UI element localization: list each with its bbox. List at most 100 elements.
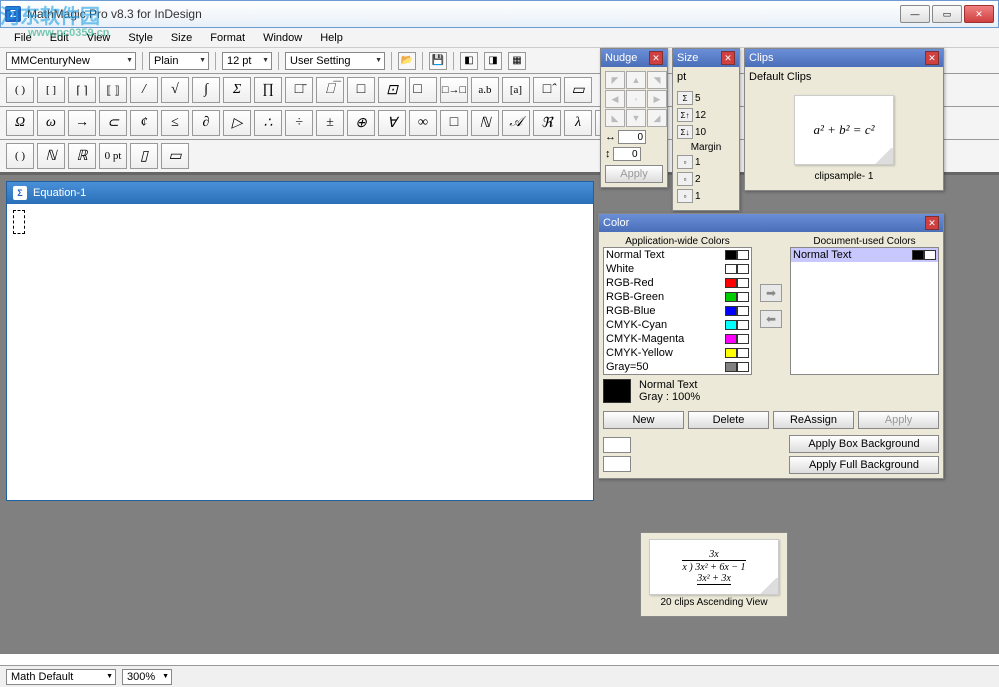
nudge-se[interactable]: ◢ [647, 109, 667, 127]
symbol-button-1-16[interactable]: [a] [502, 77, 530, 103]
symbol-button-2-8[interactable]: ∴ [254, 110, 282, 136]
tool-icon-2[interactable]: ◨ [484, 52, 502, 70]
open-icon[interactable]: 📂 [398, 52, 416, 70]
size-close-icon[interactable]: ✕ [721, 51, 735, 65]
nudge-n[interactable]: ▲ [626, 71, 646, 89]
close-button[interactable]: ✕ [964, 5, 994, 23]
nudge-w[interactable]: ◀ [605, 90, 625, 108]
clips-set-combo[interactable]: Default Clips [749, 71, 929, 89]
nudge-sw[interactable]: ◣ [605, 109, 625, 127]
color-row[interactable]: RGB-Red [604, 276, 751, 290]
symbol-button-2-11[interactable]: ⊕ [347, 110, 375, 136]
color-apply-button[interactable]: Apply [858, 411, 939, 429]
menu-window[interactable]: Window [255, 30, 310, 46]
color-move-right-button[interactable]: ➡ [760, 284, 782, 302]
clips-palette[interactable]: Clips✕ Default Clips a² + b² = c² clipsa… [744, 48, 944, 191]
tool-icon-1[interactable]: ◧ [460, 52, 478, 70]
symbol-button-1-17[interactable]: □̂ [533, 77, 561, 103]
tool-icon-3[interactable]: ▦ [508, 52, 526, 70]
box-bg-swatch[interactable] [603, 437, 631, 453]
apply-box-bg-button[interactable]: Apply Box Background [789, 435, 939, 453]
maximize-button[interactable]: ▭ [932, 5, 962, 23]
size-sigma-up-icon[interactable]: Σ↑ [677, 108, 693, 122]
color-row[interactable]: Normal Text [791, 248, 938, 262]
symbol-button-2-18[interactable]: λ [564, 110, 592, 136]
menu-help[interactable]: Help [312, 30, 351, 46]
menu-file[interactable]: File [6, 30, 40, 46]
symbol-button-1-12[interactable]: ⊡ [378, 77, 406, 103]
symbol-button-2-9[interactable]: ÷ [285, 110, 313, 136]
full-bg-swatch[interactable] [603, 456, 631, 472]
nudge-apply-button[interactable]: Apply [605, 165, 663, 183]
symbol-button-1-7[interactable]: Σ [223, 77, 251, 103]
symbol-button-2-16[interactable]: 𝒜 [502, 110, 530, 136]
color-delete-button[interactable]: Delete [688, 411, 769, 429]
color-row[interactable]: CMYK-Magenta [604, 332, 751, 346]
symbol-button-1-3[interactable]: ⟦ ⟧ [99, 77, 127, 103]
app-colors-list[interactable]: Normal TextWhiteRGB-RedRGB-GreenRGB-Blue… [603, 247, 752, 375]
equation-content[interactable] [7, 204, 593, 243]
symbol-button-3-2[interactable]: ℝ [68, 143, 96, 169]
status-zoom-combo[interactable]: 300% [122, 669, 172, 685]
symbol-button-1-8[interactable]: ∏ [254, 77, 282, 103]
menu-style[interactable]: Style [120, 30, 160, 46]
symbol-button-2-15[interactable]: ℕ [471, 110, 499, 136]
symbol-button-3-5[interactable]: ▭ [161, 143, 189, 169]
equation-window[interactable]: Σ Equation-1 [6, 181, 594, 501]
symbol-button-2-17[interactable]: ℜ [533, 110, 561, 136]
nudge-close-icon[interactable]: ✕ [649, 51, 663, 65]
menu-format[interactable]: Format [202, 30, 253, 46]
symbol-button-1-18[interactable]: ▭ [564, 77, 592, 103]
symbol-button-2-7[interactable]: ▷ [223, 110, 251, 136]
symbol-button-2-6[interactable]: ∂ [192, 110, 220, 136]
symbol-button-1-14[interactable]: □→□ [440, 77, 468, 103]
color-row[interactable]: RGB-Green [604, 290, 751, 304]
color-row[interactable]: CMYK-Cyan [604, 318, 751, 332]
color-close-icon[interactable]: ✕ [925, 216, 939, 230]
color-move-left-button[interactable]: ⬅ [760, 310, 782, 328]
symbol-button-2-13[interactable]: ∞ [409, 110, 437, 136]
symbol-button-1-1[interactable]: [ ] [37, 77, 65, 103]
size-combo[interactable]: 12 pt [222, 52, 272, 70]
symbol-button-2-10[interactable]: ± [316, 110, 344, 136]
nudge-nw[interactable]: ◤ [605, 71, 625, 89]
symbol-button-1-6[interactable]: ∫ [192, 77, 220, 103]
nudge-ne[interactable]: ◥ [647, 71, 667, 89]
color-new-button[interactable]: New [603, 411, 684, 429]
menu-view[interactable]: View [79, 30, 119, 46]
menu-edit[interactable]: Edit [42, 30, 77, 46]
symbol-button-2-14[interactable]: □ [440, 110, 468, 136]
color-row[interactable]: White [604, 262, 751, 276]
style-combo[interactable]: Plain [149, 52, 209, 70]
color-reassign-button[interactable]: ReAssign [773, 411, 854, 429]
save-icon[interactable]: 💾 [429, 52, 447, 70]
nudge-h-input[interactable] [618, 130, 646, 144]
color-row[interactable]: RGB-Blue [604, 304, 751, 318]
menu-size[interactable]: Size [163, 30, 200, 46]
setting-combo[interactable]: User Setting [285, 52, 385, 70]
symbol-button-2-2[interactable]: → [68, 110, 96, 136]
apply-full-bg-button[interactable]: Apply Full Background [789, 456, 939, 474]
nudge-palette[interactable]: Nudge✕ ◤ ▲ ◥ ◀ ◦ ▶ ◣ ▼ ◢ ↔ ↕ Apply [600, 48, 668, 188]
symbol-button-1-15[interactable]: a.b [471, 77, 499, 103]
symbol-button-1-0[interactable]: ( ) [6, 77, 34, 103]
symbol-button-1-10[interactable]: ⎕͞ [316, 77, 344, 103]
nudge-v-input[interactable] [613, 147, 641, 161]
nudge-center[interactable]: ◦ [626, 90, 646, 108]
symbol-button-1-9[interactable]: □̄ [285, 77, 313, 103]
symbol-button-1-11[interactable]: □ [347, 77, 375, 103]
color-row[interactable]: Normal Text [604, 248, 751, 262]
symbol-button-1-2[interactable]: ⌈ ⌉ [68, 77, 96, 103]
nudge-s[interactable]: ▼ [626, 109, 646, 127]
symbol-button-2-12[interactable]: ∀ [378, 110, 406, 136]
size-sigma-icon[interactable]: Σ [677, 91, 693, 105]
symbol-button-2-4[interactable]: ¢ [130, 110, 158, 136]
size-sigma-down-icon[interactable]: Σ↓ [677, 125, 693, 139]
symbol-button-2-0[interactable]: Ω [6, 110, 34, 136]
symbol-button-3-1[interactable]: ℕ [37, 143, 65, 169]
clip-view-preview[interactable]: 3x x ) 3x² + 6x − 1 3x² + 3x [649, 539, 779, 595]
symbol-button-2-1[interactable]: ω [37, 110, 65, 136]
size-margin-1-icon[interactable]: ▫ [677, 155, 693, 169]
symbol-button-2-3[interactable]: ⊂ [99, 110, 127, 136]
symbol-button-1-4[interactable]: / [130, 77, 158, 103]
